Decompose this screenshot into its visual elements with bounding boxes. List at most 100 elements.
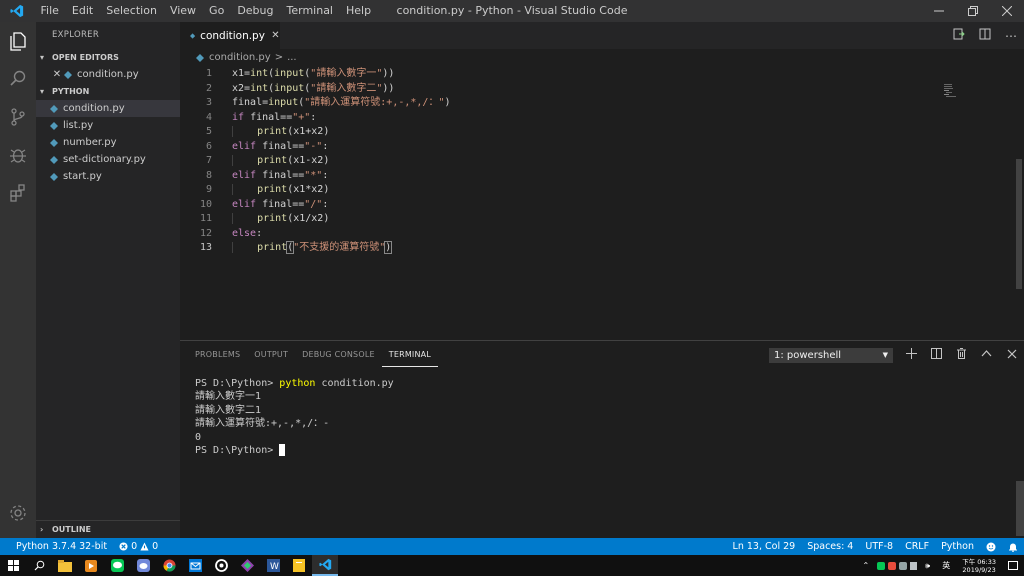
debug-activity[interactable] [0, 136, 36, 174]
open-changes-button[interactable] [946, 28, 972, 43]
taskbar-notes[interactable] [286, 555, 312, 576]
file-item[interactable]: set-dictionary.py [36, 151, 180, 168]
new-terminal-button[interactable] [899, 348, 924, 362]
menu-bar: File Edit Selection View Go Debug Termin… [34, 0, 378, 22]
system-tray: ⌃ 🕪 英 下午 06:33 2019/9/23 [856, 555, 1024, 576]
source-control-activity[interactable] [0, 98, 36, 136]
encoding[interactable]: UTF-8 [859, 538, 899, 555]
tab-terminal[interactable]: TERMINAL [381, 344, 439, 367]
scroll-thumb[interactable] [1016, 159, 1022, 289]
line-number: 7 [205, 155, 212, 166]
close-tab-icon[interactable]: ✕ [271, 30, 280, 41]
tab-debug-console[interactable]: DEBUG CONSOLE [295, 341, 382, 369]
close-editor-icon[interactable]: ✕ [50, 66, 64, 83]
chevron-right-icon: › [40, 525, 44, 534]
cursor-position[interactable]: Ln 13, Col 29 [727, 538, 802, 555]
python-interpreter[interactable]: Python 3.7.4 32-bit [10, 538, 113, 555]
outline-section[interactable]: › OUTLINE [36, 520, 180, 538]
outline-header[interactable]: › OUTLINE [36, 521, 180, 538]
line-ending[interactable]: CRLF [899, 538, 935, 555]
taskbar-clock[interactable]: 下午 06:33 2019/9/23 [956, 558, 1002, 574]
file-item[interactable]: number.py [36, 134, 180, 151]
taskbar-line[interactable] [104, 555, 130, 576]
minimize-icon [934, 10, 944, 12]
ime-indicator[interactable]: 英 [936, 557, 956, 574]
kill-terminal-button[interactable] [949, 348, 974, 362]
menu-help[interactable]: Help [340, 0, 378, 22]
split-terminal-button[interactable] [924, 348, 949, 362]
taskbar-search-button[interactable] [26, 555, 52, 576]
menu-view[interactable]: View [163, 0, 202, 22]
manage-activity[interactable] [0, 494, 36, 532]
language-mode[interactable]: Python [935, 538, 980, 555]
problems-status[interactable]: 0 0 [113, 538, 164, 555]
menu-debug[interactable]: Debug [231, 0, 280, 22]
windows-logo-icon [7, 560, 19, 571]
maximize-panel-button[interactable] [974, 348, 999, 362]
taskbar-git-app[interactable] [234, 555, 260, 576]
taskbar-chrome[interactable] [156, 555, 182, 576]
terminal-cursor [279, 443, 286, 456]
menu-edit[interactable]: Edit [65, 0, 99, 22]
tab-problems[interactable]: PROBLEMS [188, 341, 247, 369]
open-editors-header[interactable]: ▾ OPEN EDITORS [36, 49, 180, 66]
line-number: 9 [205, 184, 212, 195]
python-file-icon [50, 172, 58, 181]
terminal-output[interactable]: PS D:\Python> python condition.py 請輸入數字一… [195, 377, 394, 457]
more-actions-button[interactable]: ⋯ [998, 29, 1024, 43]
indentation[interactable]: Spaces: 4 [801, 538, 859, 555]
feedback-button[interactable] [980, 542, 1002, 552]
tray-expand-icon[interactable]: ⌃ [856, 557, 875, 574]
tab-output[interactable]: OUTPUT [247, 341, 295, 369]
tray-app-icons[interactable] [875, 561, 919, 571]
taskbar-app-c[interactable] [208, 555, 234, 576]
code-editor[interactable]: 1 x1=int(input("請輸入數字一")) 2 x2=int(input("… [180, 67, 1024, 256]
file-item[interactable]: list.py [36, 117, 180, 134]
extensions-activity[interactable] [0, 174, 36, 212]
media-player-icon [85, 559, 97, 572]
file-item[interactable]: condition.py [36, 100, 180, 117]
menu-selection[interactable]: Selection [100, 0, 164, 22]
python-file-icon [50, 121, 58, 130]
close-panel-button[interactable] [999, 348, 1024, 362]
menu-file[interactable]: File [34, 0, 65, 22]
notifications-button[interactable] [1002, 542, 1024, 552]
word-icon: W [266, 559, 280, 572]
explorer-activity[interactable] [0, 22, 36, 60]
close-window-button[interactable] [990, 0, 1024, 22]
menu-go[interactable]: Go [203, 0, 231, 22]
terminal-select[interactable]: 1: powershell ▼ [769, 347, 893, 363]
minimap[interactable] [944, 84, 964, 104]
restore-button[interactable] [956, 0, 990, 22]
breadcrumb-symbol[interactable]: ... [287, 49, 297, 67]
code-line: 5 print(x1+x2) [180, 125, 1024, 140]
search-activity[interactable] [0, 60, 36, 98]
action-center-icon[interactable] [1002, 560, 1024, 571]
folder-header[interactable]: ▾ PYTHON [36, 83, 180, 100]
taskbar-media-player[interactable] [78, 555, 104, 576]
volume-icon[interactable]: 🕪 [919, 557, 936, 574]
breadcrumb-file[interactable]: condition.py [209, 49, 271, 67]
terminal-line: 請輸入數字一1 [195, 391, 262, 403]
editor-scrollbar[interactable] [1010, 67, 1024, 340]
taskbar-file-explorer[interactable] [52, 555, 78, 576]
line-number: 11 [199, 213, 212, 224]
taskbar-discord[interactable] [130, 555, 156, 576]
taskbar-vscode[interactable] [312, 555, 338, 576]
file-item[interactable]: start.py [36, 168, 180, 185]
split-editor-button[interactable] [972, 28, 998, 43]
code-line: 4 if final=="+": [180, 111, 1024, 126]
open-editor-item[interactable]: ✕ condition.py [36, 66, 180, 83]
taskbar-mail[interactable] [182, 555, 208, 576]
menu-terminal[interactable]: Terminal [280, 0, 340, 22]
line-number: 6 [205, 140, 212, 152]
taskbar-word[interactable]: W [260, 555, 286, 576]
minimize-button[interactable] [922, 0, 956, 22]
terminal-scrollbar[interactable] [1016, 481, 1024, 536]
tab-condition-py[interactable]: condition.py ✕ [180, 22, 280, 49]
start-button[interactable] [0, 555, 26, 576]
vscode-icon [318, 558, 331, 571]
chrome-icon [163, 559, 175, 572]
ellipsis-icon: ⋯ [1005, 28, 1017, 43]
code-line: 2 x2=int(input("請輸入數字二")) [180, 82, 1024, 97]
